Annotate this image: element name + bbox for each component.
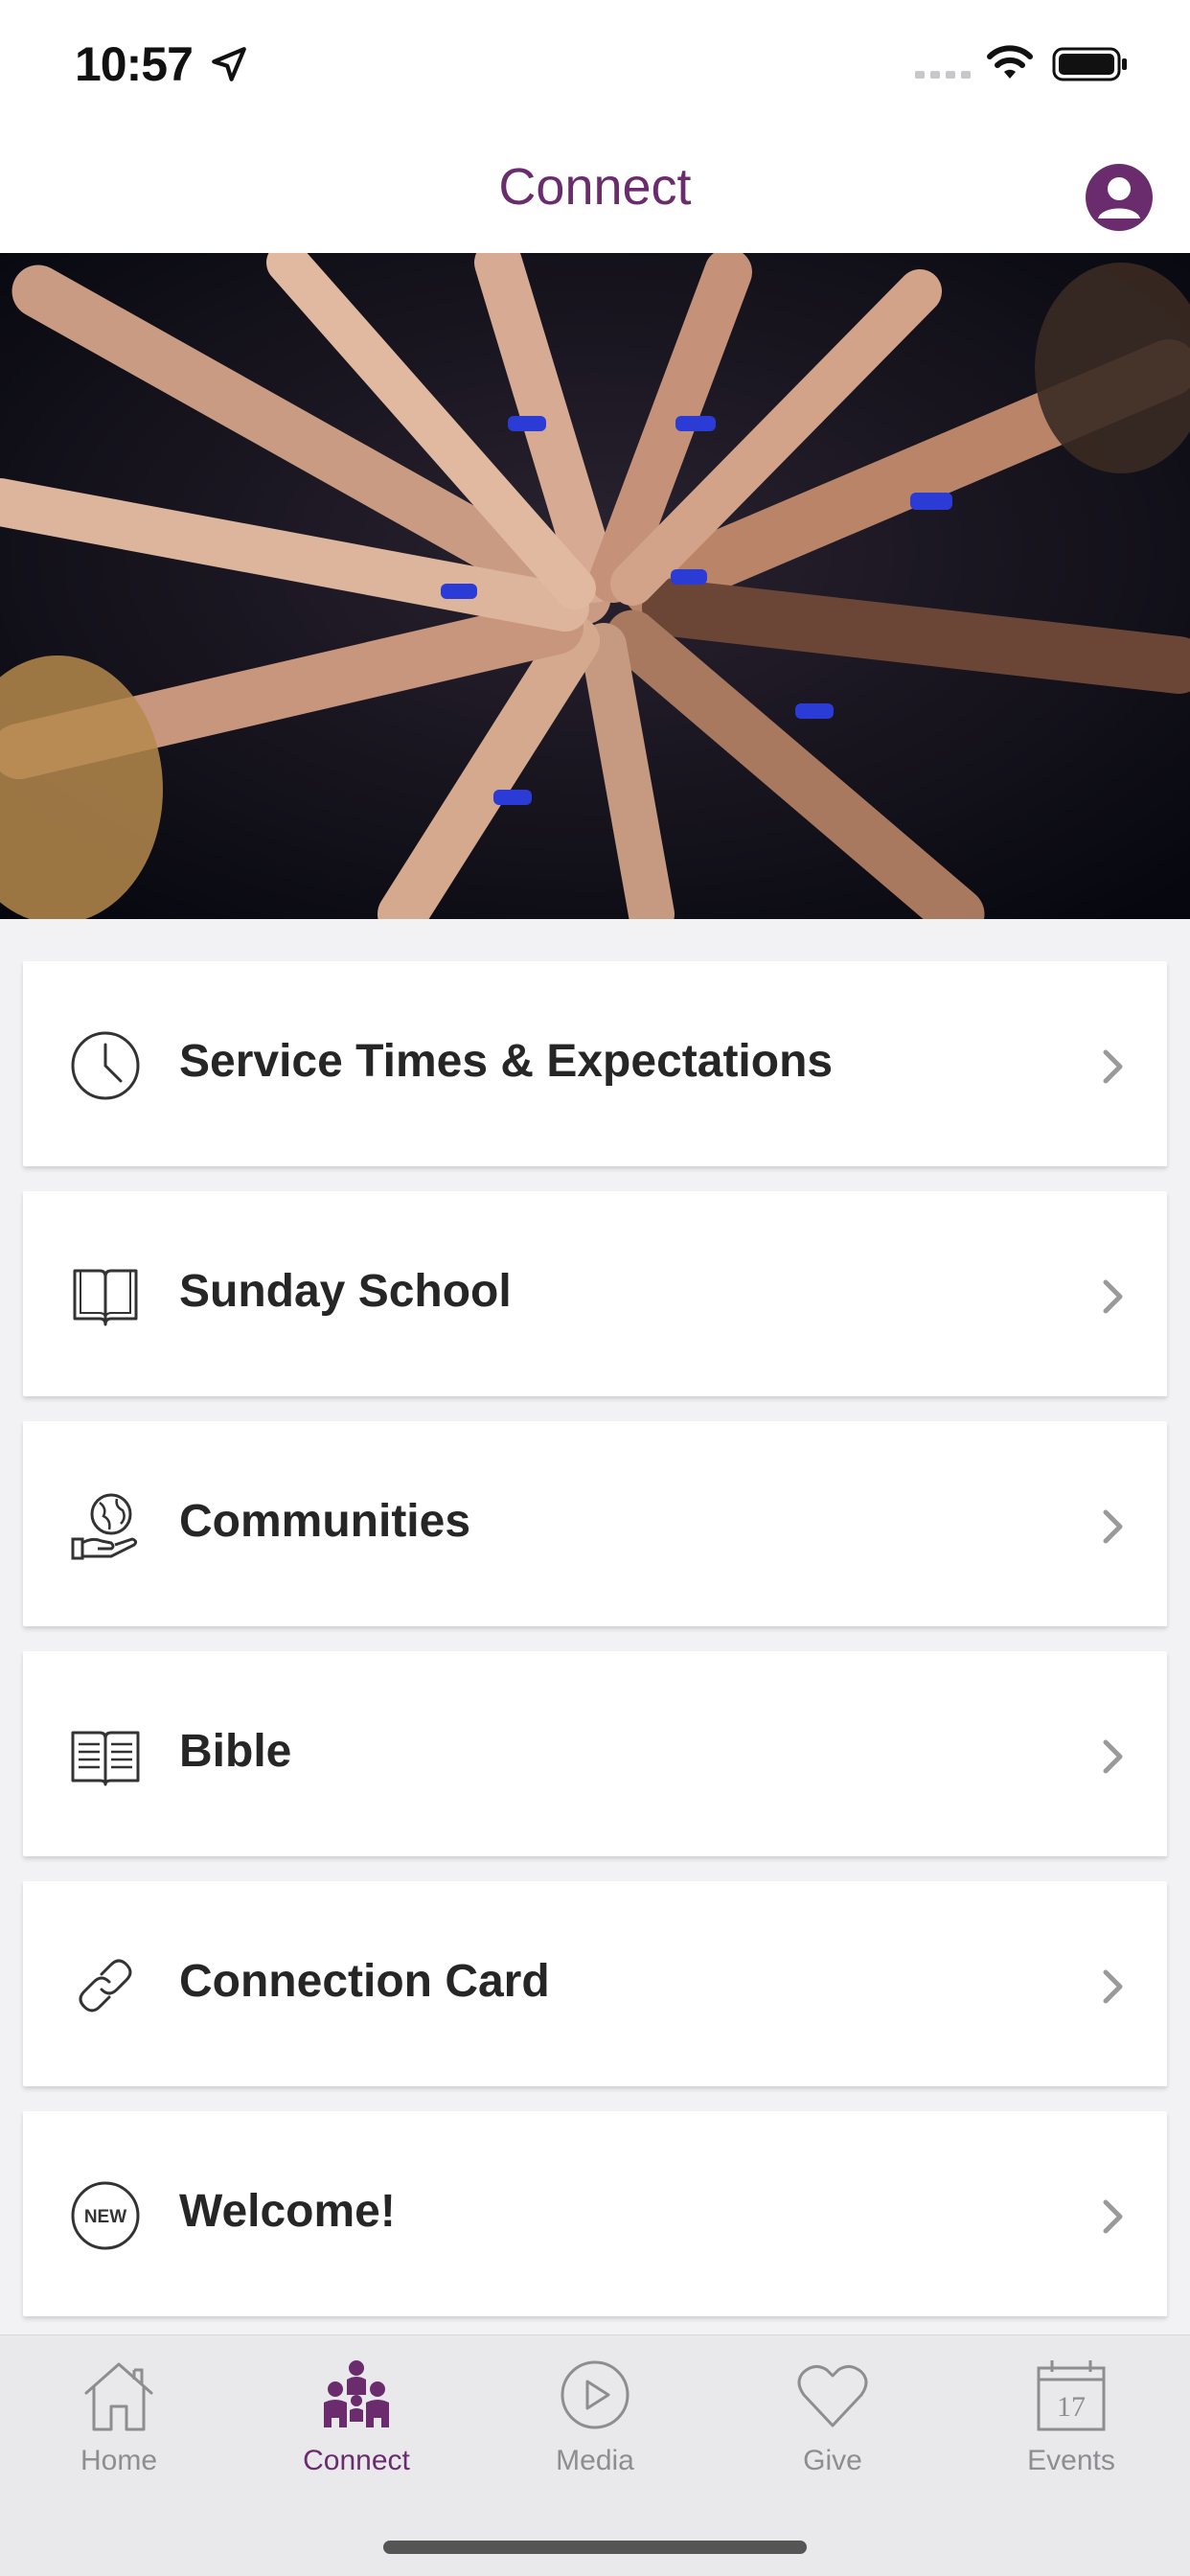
tab-label: Give bbox=[803, 2445, 862, 2476]
chevron-right-icon bbox=[1103, 1969, 1123, 2004]
tab-label: Connect bbox=[303, 2445, 410, 2476]
home-indicator[interactable] bbox=[383, 2541, 807, 2554]
menu-item-label: Bible bbox=[179, 1726, 292, 1777]
menu-list: Service Times & Expectations Sunday Scho… bbox=[23, 961, 1167, 2341]
status-time: 10:57 bbox=[75, 37, 194, 91]
profile-person-icon[interactable] bbox=[1085, 163, 1154, 232]
menu-item-bible[interactable]: Bible bbox=[23, 1651, 1167, 1856]
tab-events[interactable]: 17 Events bbox=[952, 2351, 1190, 2495]
wifi-icon bbox=[987, 45, 1033, 79]
tab-label: Events bbox=[1027, 2445, 1115, 2476]
chevron-right-icon bbox=[1103, 2199, 1123, 2234]
tab-label: Media bbox=[556, 2445, 634, 2476]
people-icon bbox=[324, 2360, 389, 2427]
battery-icon bbox=[1052, 47, 1127, 81]
tab-bar: Home Connect Media Give 17 Events bbox=[0, 2334, 1190, 2576]
new-badge-text: NEW bbox=[84, 2207, 126, 2227]
home-icon bbox=[84, 2362, 153, 2431]
tab-connect[interactable]: Connect bbox=[238, 2351, 475, 2495]
tab-home[interactable]: Home bbox=[0, 2351, 238, 2495]
tab-give[interactable]: Give bbox=[714, 2351, 951, 2495]
signal-icon bbox=[915, 71, 971, 79]
menu-item-label: Connection Card bbox=[179, 1956, 550, 2007]
book-icon bbox=[73, 1269, 138, 1326]
open-bible-icon bbox=[71, 1731, 140, 1786]
calendar-icon: 17 bbox=[1037, 2360, 1106, 2431]
globe-hand-icon bbox=[71, 1493, 138, 1560]
chevron-right-icon bbox=[1103, 1739, 1123, 1774]
menu-item-sunday-school[interactable]: Sunday School bbox=[23, 1191, 1167, 1396]
menu-item-connection-card[interactable]: Connection Card bbox=[23, 1881, 1167, 2086]
status-bar: 10:57 bbox=[0, 0, 1190, 128]
menu-item-label: Service Times & Expectations bbox=[179, 1036, 834, 1087]
menu-item-communities[interactable]: Communities bbox=[23, 1421, 1167, 1626]
tab-label: Home bbox=[80, 2445, 158, 2476]
chevron-right-icon bbox=[1103, 1049, 1123, 1084]
chevron-right-icon bbox=[1103, 1279, 1123, 1314]
nav-bar: Connect bbox=[0, 128, 1190, 253]
location-arrow-icon bbox=[212, 47, 246, 81]
photo-icon bbox=[0, 253, 1190, 919]
heart-icon bbox=[797, 2365, 868, 2427]
hero-image bbox=[0, 253, 1190, 919]
clock-icon bbox=[71, 1031, 140, 1100]
menu-item-welcome[interactable]: NEW Welcome! bbox=[23, 2111, 1167, 2316]
link-icon bbox=[79, 1959, 132, 2012]
page-title: Connect bbox=[498, 158, 692, 216]
menu-item-label: Sunday School bbox=[179, 1266, 512, 1317]
chevron-right-icon bbox=[1103, 1509, 1123, 1544]
calendar-day-text: 17 bbox=[1057, 2391, 1086, 2423]
play-circle-icon bbox=[561, 2360, 629, 2429]
new-badge-icon: NEW bbox=[71, 2181, 140, 2250]
tab-media[interactable]: Media bbox=[476, 2351, 714, 2495]
menu-item-label: Communities bbox=[179, 1496, 471, 1547]
menu-item-label: Welcome! bbox=[179, 2186, 396, 2237]
menu-item-service-times[interactable]: Service Times & Expectations bbox=[23, 961, 1167, 1166]
